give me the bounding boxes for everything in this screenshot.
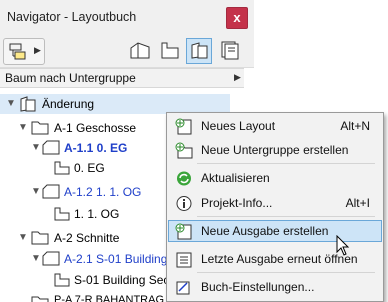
tree-item-label: P-A 7-R BAHANTRAG [54,294,165,302]
drawing-icon [54,273,70,287]
issue-list-icon [176,252,192,268]
menu-item-project-info[interactable]: Projekt-Info... Alt+I [168,192,382,214]
tree-item[interactable]: ▼ A-2.1 S-01 Building S [0,250,166,268]
tree-item[interactable]: ▼ A-1.2 1. 1. OG [0,183,166,201]
tree-item[interactable]: ▼ A-1 Geschosse [0,119,166,137]
tree-item[interactable]: ▼ A-2 Schnitte [0,229,166,247]
toolbar: ▶ [0,34,254,68]
subset-folder-icon [31,296,49,302]
layout-set-icon [9,43,26,60]
layout-icon [42,251,60,266]
tree-item-label: A-2 Schnitte [54,231,120,245]
tree-item-label: 0. EG [74,161,105,175]
layout-type-dropdown[interactable]: ▶ [3,38,45,65]
menu-item-label: Neue Ausgabe erstellen [201,224,329,238]
menu-item-book-settings[interactable]: Buch-Einstellungen... [168,276,382,298]
tree-root-label: Änderung [42,97,95,111]
title-bar: Navigator - Layoutbuch x [0,0,254,34]
tree-item-label: 1. 1. OG [74,207,120,221]
mouse-cursor-icon [336,235,350,256]
tree-item[interactable]: 0. EG [0,159,166,177]
tree-root-item[interactable]: ▼ Änderung [0,94,230,114]
menu-separator [197,272,375,273]
menu-separator [197,216,375,217]
close-button[interactable]: x [226,7,248,29]
view-mode-label: Baum nach Untergruppe [5,71,136,85]
tree-item[interactable]: P-A 7-R BAHANTRAG [0,293,166,302]
layout-icon [42,140,60,155]
expand-arrow-icon: ▼ [31,186,41,197]
chevron-right-icon: ▶ [34,45,41,55]
menu-item-label: Neue Untergruppe erstellen [201,143,349,157]
new-layout-icon [175,118,192,135]
close-icon: x [233,10,241,25]
menu-item-shortcut: Alt+N [340,119,370,133]
project-map-icon[interactable] [129,39,151,61]
tree-item[interactable]: 1. 1. OG [0,205,166,223]
view-mode-select[interactable]: Baum nach Untergruppe ▶ [0,68,244,88]
tree-item[interactable]: S-01 Building Sect [0,271,166,289]
layout-icon [42,184,60,199]
menu-item-shortcut: Alt+I [345,196,370,210]
expand-arrow-icon: ▼ [18,122,28,133]
chevron-right-icon: ▶ [234,72,241,82]
menu-separator [197,163,375,164]
context-menu: Neues Layout Alt+N Neue Untergruppe erst… [166,112,384,302]
menu-item-new-subset[interactable]: Neue Untergruppe erstellen [168,139,382,161]
menu-item-label: Projekt-Info... [201,196,273,210]
menu-item-new-layout[interactable]: Neues Layout Alt+N [168,115,382,137]
expand-arrow-icon: ▼ [31,253,41,264]
drawing-icon [54,207,70,221]
subset-folder-icon [31,231,49,245]
expand-arrow-icon: ▼ [31,142,41,153]
book-settings-icon [176,281,190,295]
info-icon [176,196,192,211]
subset-folder-icon [31,121,49,135]
layout-book-button[interactable] [186,38,212,64]
tree-item[interactable]: ▼ A-1.1 0. EG [0,139,166,157]
menu-item-label: Buch-Einstellungen... [201,280,315,294]
tree-item-label: A-1 Geschosse [54,121,137,135]
menu-item-label: Aktualisieren [201,171,270,185]
view-map-icon[interactable] [159,39,181,61]
new-issue-icon [175,223,192,240]
refresh-icon [177,171,191,186]
expand-arrow-icon: ▼ [6,98,16,109]
tree-item-label: A-1.2 1. 1. OG [64,185,142,199]
tree-item-label: A-2.1 S-01 Building S [64,252,166,266]
new-subset-icon [175,142,193,159]
layout-book-icon [191,42,208,59]
tree-item-label: A-1.1 0. EG [64,141,128,155]
expand-arrow-icon: ▼ [18,232,28,243]
tree-item-label: S-01 Building Sect [74,273,166,287]
menu-item-label: Neues Layout [201,119,276,133]
window-title: Navigator - Layoutbuch [7,10,137,24]
layout-book-icon [20,96,36,112]
publisher-sets-icon[interactable] [219,39,241,61]
menu-item-refresh[interactable]: Aktualisieren [168,167,382,189]
menu-item-label: Letzte Ausgabe erneut öffnen [201,252,358,266]
drawing-icon [54,161,70,175]
